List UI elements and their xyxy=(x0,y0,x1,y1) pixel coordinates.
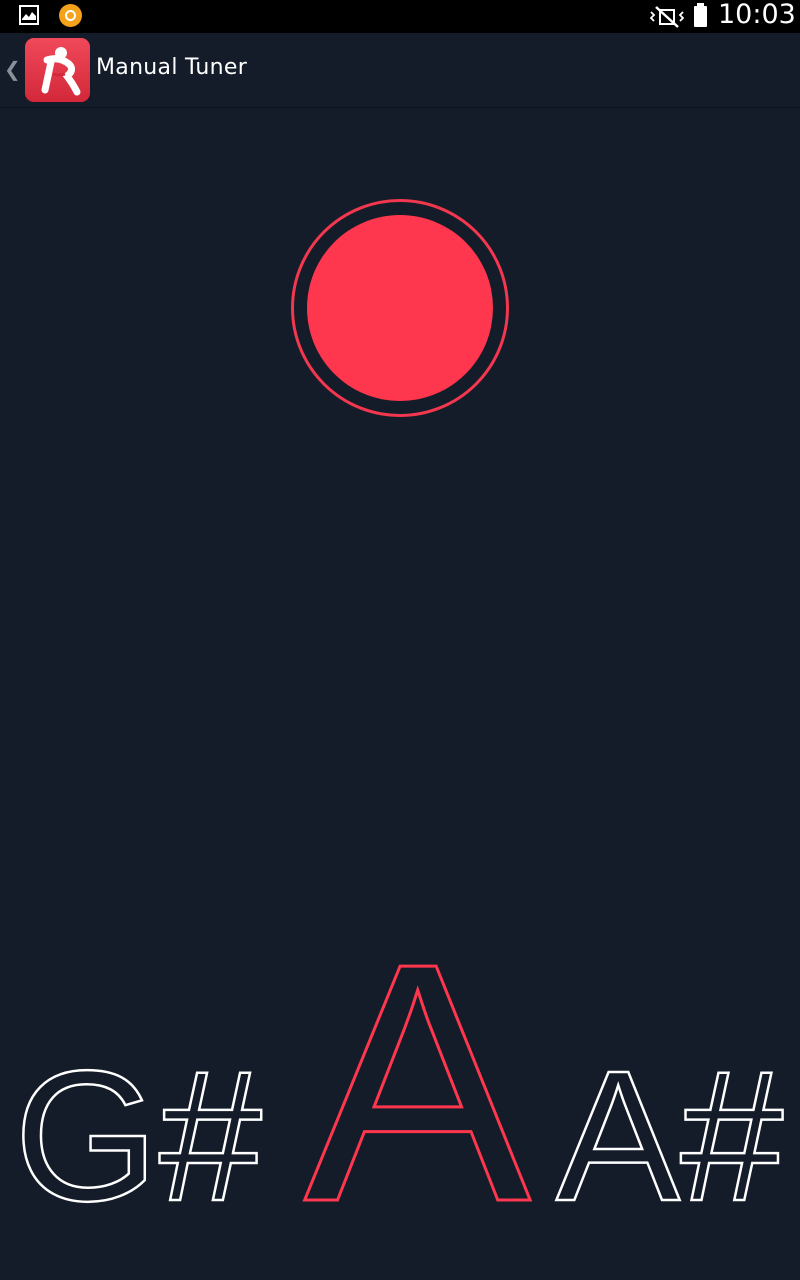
note-next[interactable]: A# xyxy=(555,1032,785,1220)
chevron-left-icon[interactable]: ❮ xyxy=(4,57,21,81)
screen: 10:03 ❮ Manual Tuner G# A A# xyxy=(0,0,800,1280)
status-bar: 10:03 xyxy=(0,0,800,33)
app-notification-icon xyxy=(59,4,82,27)
gallery-icon xyxy=(19,5,39,25)
vibrate-mute-icon xyxy=(650,6,684,28)
record-icon xyxy=(307,215,493,401)
app-logo-icon xyxy=(41,47,81,96)
battery-icon xyxy=(694,3,707,27)
record-button[interactable] xyxy=(291,199,509,417)
app-logo[interactable] xyxy=(25,38,90,102)
status-time: 10:03 xyxy=(718,0,796,30)
note-selector: G# A A# xyxy=(13,900,785,1220)
note-current[interactable]: A xyxy=(303,900,534,1220)
action-bar: ❮ Manual Tuner xyxy=(0,33,800,108)
page-title: Manual Tuner xyxy=(96,55,248,80)
note-previous[interactable]: G# xyxy=(13,1032,264,1220)
